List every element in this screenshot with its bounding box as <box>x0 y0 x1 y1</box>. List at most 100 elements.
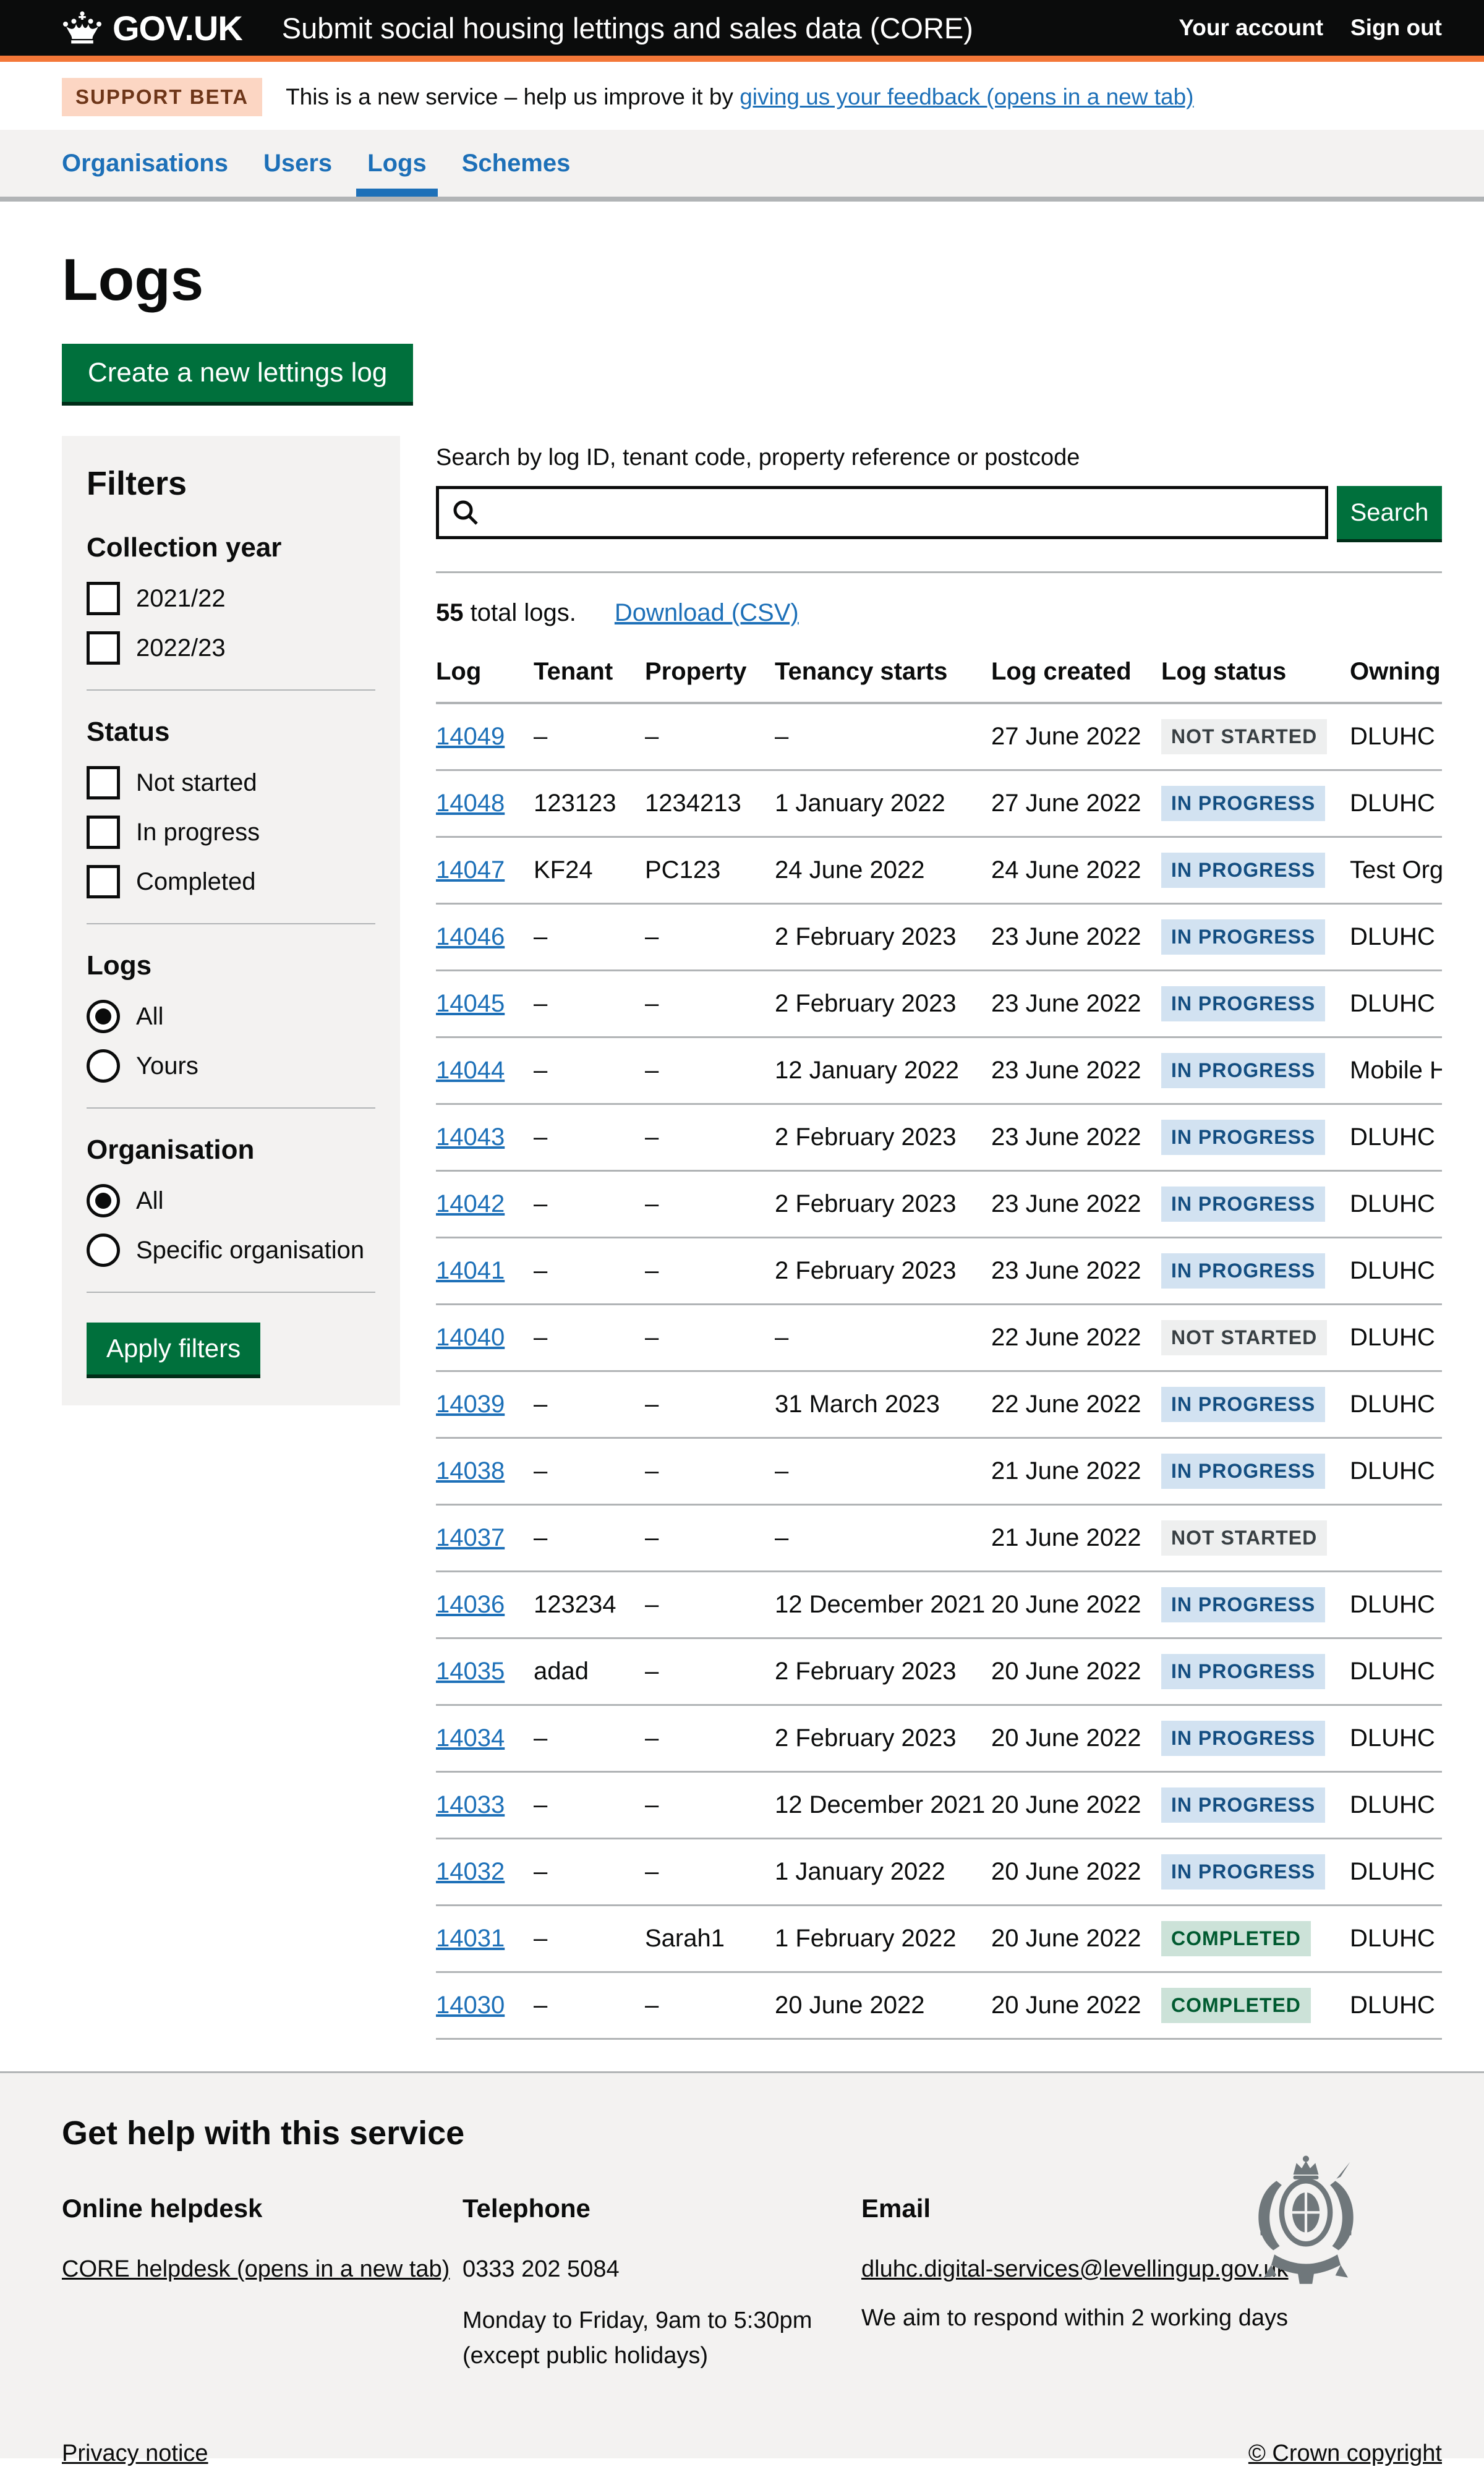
checkbox-2021-22[interactable] <box>87 582 120 615</box>
nav-item-organisations[interactable]: Organisations <box>62 130 228 197</box>
log-link-14031[interactable]: 14031 <box>436 1925 505 1952</box>
tenancy-starts-cell: – <box>775 703 991 770</box>
search-input[interactable] <box>487 489 1325 536</box>
results-section: Search by log ID, tenant code, property … <box>436 436 1442 2257</box>
log-link-14049[interactable]: 14049 <box>436 723 505 750</box>
status-badge: IN PROGRESS <box>1161 1854 1325 1890</box>
table-row: 14040–––22 June 2022NOT STARTEDDLUHC <box>436 1305 1442 1371</box>
property-cell: – <box>645 971 775 1038</box>
log-link-14035[interactable]: 14035 <box>436 1658 505 1685</box>
checkbox-in-progress[interactable] <box>87 816 120 849</box>
option-label: All <box>136 1003 163 1031</box>
log-created-cell: 23 June 2022 <box>991 971 1161 1038</box>
tenancy-starts-cell: 20 June 2022 <box>775 1972 991 2039</box>
log-link-14034[interactable]: 14034 <box>436 1724 505 1752</box>
download-csv-link[interactable]: Download (CSV) <box>615 599 799 626</box>
filter-group-label-collection-year: Collection year <box>87 532 375 563</box>
log-link-14048[interactable]: 14048 <box>436 790 505 817</box>
radio-logs-all[interactable] <box>87 1000 120 1033</box>
property-cell: – <box>645 1839 775 1906</box>
log-link-14037[interactable]: 14037 <box>436 1524 505 1551</box>
log-link-14032[interactable]: 14032 <box>436 1858 505 1885</box>
log-link-14041[interactable]: 14041 <box>436 1257 505 1284</box>
table-row: 14033––12 December 202120 June 2022IN PR… <box>436 1772 1442 1839</box>
table-row: 14039––31 March 202322 June 2022IN PROGR… <box>436 1371 1442 1438</box>
tenant-cell: – <box>534 1772 645 1839</box>
checkbox-completed[interactable] <box>87 865 120 898</box>
search-label: Search by log ID, tenant code, property … <box>436 445 1442 471</box>
service-name-link[interactable]: Submit social housing lettings and sales… <box>282 11 973 45</box>
apply-filters-button[interactable]: Apply filters <box>87 1323 260 1374</box>
phase-banner: SUPPORT BETA This is a new service – hel… <box>62 62 1442 130</box>
nav-item-schemes[interactable]: Schemes <box>462 130 571 197</box>
telephone-heading: Telephone <box>463 2191 861 2227</box>
property-cell: – <box>645 904 775 971</box>
table-row: 14034––2 February 202320 June 2022IN PRO… <box>436 1705 1442 1772</box>
log-link-14047[interactable]: 14047 <box>436 856 505 884</box>
tenancy-starts-cell: 24 June 2022 <box>775 837 991 904</box>
status-badge: NOT STARTED <box>1161 1320 1327 1355</box>
status-badge: IN PROGRESS <box>1161 919 1325 955</box>
log-link-14039[interactable]: 14039 <box>436 1391 505 1418</box>
property-cell: – <box>645 1238 775 1305</box>
your-account-link[interactable]: Your account <box>1179 15 1323 41</box>
log-link-14038[interactable]: 14038 <box>436 1457 505 1485</box>
log-link-14030[interactable]: 14030 <box>436 1992 505 2019</box>
search-icon <box>450 497 481 528</box>
log-created-cell: 23 June 2022 <box>991 1238 1161 1305</box>
property-cell: – <box>645 703 775 770</box>
tenancy-starts-cell: – <box>775 1305 991 1371</box>
filter-option-all: All <box>87 1184 375 1217</box>
core-helpdesk-link[interactable]: CORE helpdesk (opens in a new tab) <box>62 2256 450 2282</box>
checkbox-not-started[interactable] <box>87 766 120 799</box>
owning-organisation-cell: DLUHC <box>1350 1438 1442 1505</box>
feedback-link[interactable]: giving us your feedback (opens in a new … <box>740 84 1193 109</box>
property-cell: – <box>645 1638 775 1705</box>
log-link-14045[interactable]: 14045 <box>436 990 505 1017</box>
footer: Get help with this service Online helpde… <box>0 2071 1484 2458</box>
nav-item-logs[interactable]: Logs <box>367 130 427 197</box>
log-link-14042[interactable]: 14042 <box>436 1190 505 1217</box>
radio-organisation-all[interactable] <box>87 1184 120 1217</box>
search-button[interactable]: Search <box>1337 486 1442 539</box>
tenant-cell: – <box>534 904 645 971</box>
create-lettings-log-button[interactable]: Create a new lettings log <box>62 344 413 402</box>
log-link-14046[interactable]: 14046 <box>436 923 505 950</box>
log-link-14044[interactable]: 14044 <box>436 1057 505 1084</box>
status-badge: IN PROGRESS <box>1161 1587 1325 1622</box>
log-link-14043[interactable]: 14043 <box>436 1123 505 1151</box>
log-created-cell: 22 June 2022 <box>991 1371 1161 1438</box>
footer-col-telephone: Telephone 0333 202 5084 Monday to Friday… <box>463 2191 861 2381</box>
log-created-cell: 20 June 2022 <box>991 1772 1161 1839</box>
govuk-logotype[interactable]: GOV.UK <box>113 8 242 48</box>
email-link[interactable]: dluhc.digital-services@levellingup.gov.u… <box>861 2256 1289 2282</box>
log-created-cell: 20 June 2022 <box>991 1839 1161 1906</box>
filter-option-completed: Completed <box>87 865 375 898</box>
filter-divider <box>87 1292 375 1293</box>
column-header-owning-organisation: Owning organisation <box>1350 646 1442 703</box>
log-link-14040[interactable]: 14040 <box>436 1324 505 1351</box>
privacy-notice-link[interactable]: Privacy notice <box>62 2440 208 2467</box>
nav-item-users[interactable]: Users <box>263 130 332 197</box>
sign-out-link[interactable]: Sign out <box>1350 15 1442 41</box>
radio-organisation-specific-organisation[interactable] <box>87 1234 120 1267</box>
log-link-14036[interactable]: 14036 <box>436 1591 505 1618</box>
results-summary: 55 total logs.Download (CSV) <box>436 599 1442 627</box>
log-link-14033[interactable]: 14033 <box>436 1791 505 1818</box>
filter-divider <box>87 1107 375 1109</box>
table-row: 14047KF24PC12324 June 202224 June 2022IN… <box>436 837 1442 904</box>
owning-organisation-cell: DLUHC Tes <box>1350 904 1442 971</box>
table-row: 14036123234–12 December 202120 June 2022… <box>436 1572 1442 1638</box>
tenancy-starts-cell: 2 February 2023 <box>775 904 991 971</box>
log-created-cell: 27 June 2022 <box>991 770 1161 837</box>
tenancy-starts-cell: 2 February 2023 <box>775 971 991 1038</box>
crown-copyright-link[interactable]: © Crown copyright <box>1248 2440 1442 2467</box>
table-row: 14030––20 June 202220 June 2022COMPLETED… <box>436 1972 1442 2039</box>
radio-logs-yours[interactable] <box>87 1049 120 1083</box>
option-label: 2022/23 <box>136 634 226 662</box>
filter-option-not-started: Not started <box>87 766 375 799</box>
table-row: 14049–––27 June 2022NOT STARTEDDLUHC <box>436 703 1442 770</box>
status-badge: NOT STARTED <box>1161 719 1327 754</box>
checkbox-2022-23[interactable] <box>87 631 120 665</box>
option-label: All <box>136 1187 163 1215</box>
